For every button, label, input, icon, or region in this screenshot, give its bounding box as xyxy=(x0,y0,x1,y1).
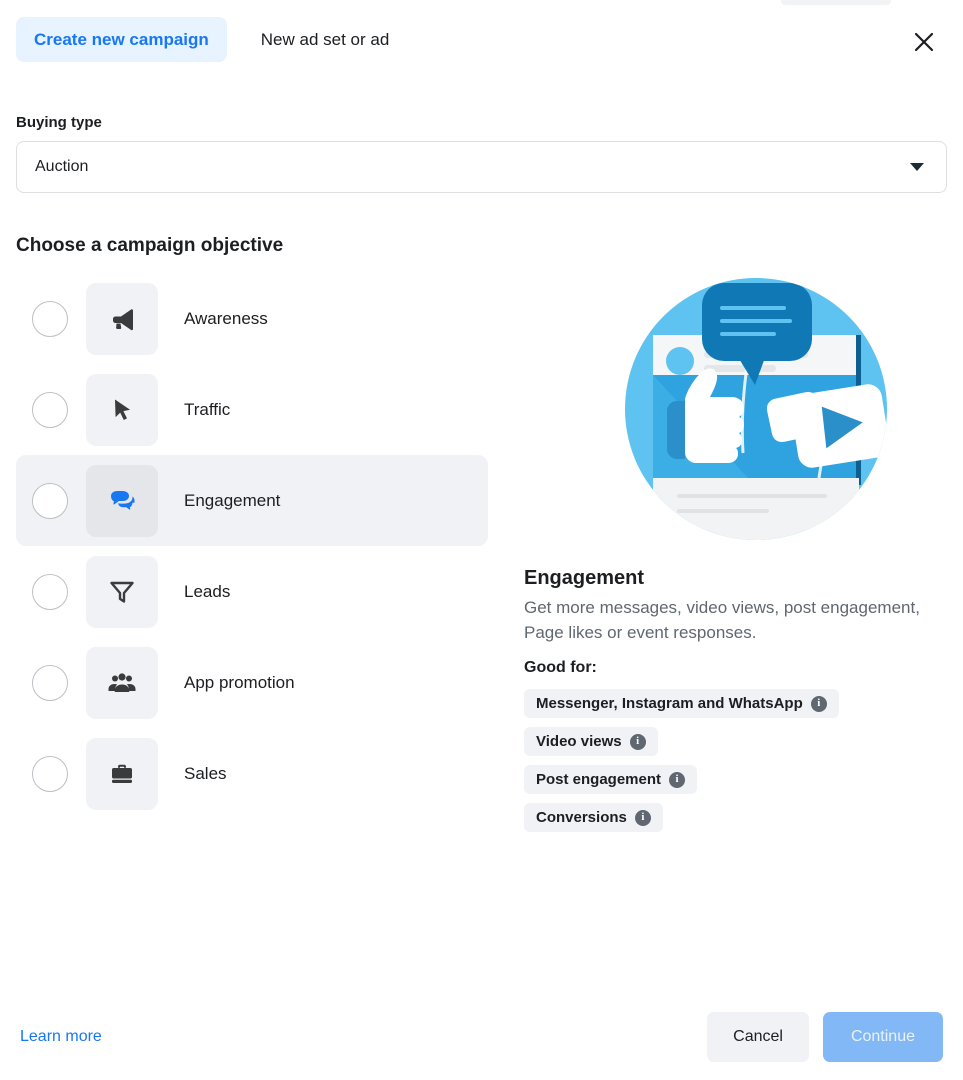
detail-description: Get more messages, video views, post eng… xyxy=(524,598,920,642)
engagement-illustration xyxy=(620,273,892,545)
detail-title: Engagement xyxy=(524,567,645,589)
info-icon[interactable]: i xyxy=(629,733,646,750)
objective-row-app-promotion[interactable]: App promotion xyxy=(16,637,488,728)
tag-label: Messenger, Instagram and WhatsApp xyxy=(536,695,803,713)
footer-buttons: Cancel Continue xyxy=(707,1012,943,1062)
megaphone-icon xyxy=(86,282,158,355)
good-for-tag-list: Messenger, Instagram and WhatsApp i Vide… xyxy=(524,689,947,833)
objective-label-app-promotion: App promotion xyxy=(184,672,295,692)
chat-bubbles-icon xyxy=(86,464,158,537)
tab-new-ad-set-or-ad[interactable]: New ad set or ad xyxy=(237,17,408,62)
dialog-footer: Learn more Cancel Continue xyxy=(0,994,963,1080)
info-icon[interactable]: i xyxy=(669,771,686,788)
tag-messenger-instagram-whatsapp: Messenger, Instagram and WhatsApp i xyxy=(524,689,839,719)
create-campaign-dialog: Create new campaign New ad set or ad Buy… xyxy=(0,0,963,1080)
objective-label-sales: Sales xyxy=(184,763,227,783)
radio-traffic[interactable] xyxy=(32,391,68,428)
buying-type-select[interactable]: Auction xyxy=(16,141,947,193)
tag-label: Conversions xyxy=(536,809,627,827)
radio-leads[interactable] xyxy=(32,573,68,610)
objective-list: Awareness Traffic Engagement Leads App p… xyxy=(16,273,488,832)
chevron-down-icon xyxy=(910,163,924,171)
dialog-header: Create new campaign New ad set or ad xyxy=(0,0,963,78)
objective-label-engagement: Engagement xyxy=(184,490,281,510)
close-button[interactable] xyxy=(905,24,943,62)
objective-label-awareness: Awareness xyxy=(184,308,268,328)
objective-row-engagement[interactable]: Engagement xyxy=(16,455,488,546)
continue-button[interactable]: Continue xyxy=(822,1012,943,1062)
objective-section-title: Choose a campaign objective xyxy=(16,235,284,256)
tab-create-new-campaign[interactable]: Create new campaign xyxy=(16,16,227,62)
tag-label: Video views xyxy=(536,733,622,751)
radio-engagement[interactable] xyxy=(32,482,68,519)
tag-label: Post engagement xyxy=(536,771,662,789)
objective-row-awareness[interactable]: Awareness xyxy=(16,273,488,364)
buying-type-label: Buying type xyxy=(16,114,102,131)
people-group-icon xyxy=(86,646,158,719)
close-icon xyxy=(913,31,935,56)
funnel-icon xyxy=(86,555,158,628)
objective-detail-panel: Engagement Get more messages, video view… xyxy=(488,273,947,833)
objective-content: Awareness Traffic Engagement Leads App p… xyxy=(16,273,947,833)
learn-more-link[interactable]: Learn more xyxy=(20,1028,102,1046)
good-for-label: Good for: xyxy=(524,659,597,677)
cursor-arrow-icon xyxy=(86,373,158,446)
radio-awareness[interactable] xyxy=(32,300,68,337)
tag-post-engagement: Post engagement i xyxy=(524,765,698,795)
objective-label-traffic: Traffic xyxy=(184,399,231,419)
radio-sales[interactable] xyxy=(32,755,68,792)
objective-row-sales[interactable]: Sales xyxy=(16,728,488,819)
cancel-button[interactable]: Cancel xyxy=(707,1012,809,1062)
buying-type-value: Auction xyxy=(35,158,89,175)
radio-app-promotion[interactable] xyxy=(32,664,68,701)
tag-video-views: Video views i xyxy=(524,727,658,757)
objective-row-traffic[interactable]: Traffic xyxy=(16,364,488,455)
window-top-edge xyxy=(781,0,891,5)
dialog-body: Buying type Auction Choose a campaign ob… xyxy=(0,78,963,994)
dialog-tabs: Create new campaign New ad set or ad xyxy=(16,0,947,78)
info-icon[interactable]: i xyxy=(810,695,827,712)
objective-label-leads: Leads xyxy=(184,581,231,601)
briefcase-icon xyxy=(86,737,158,810)
info-icon[interactable]: i xyxy=(634,809,651,826)
tab-new-ad-set-or-ad-label: New ad set or ad xyxy=(260,29,390,49)
tag-conversions: Conversions i xyxy=(524,803,663,833)
tab-create-new-campaign-label: Create new campaign xyxy=(34,29,209,49)
objective-row-leads[interactable]: Leads xyxy=(16,546,488,637)
